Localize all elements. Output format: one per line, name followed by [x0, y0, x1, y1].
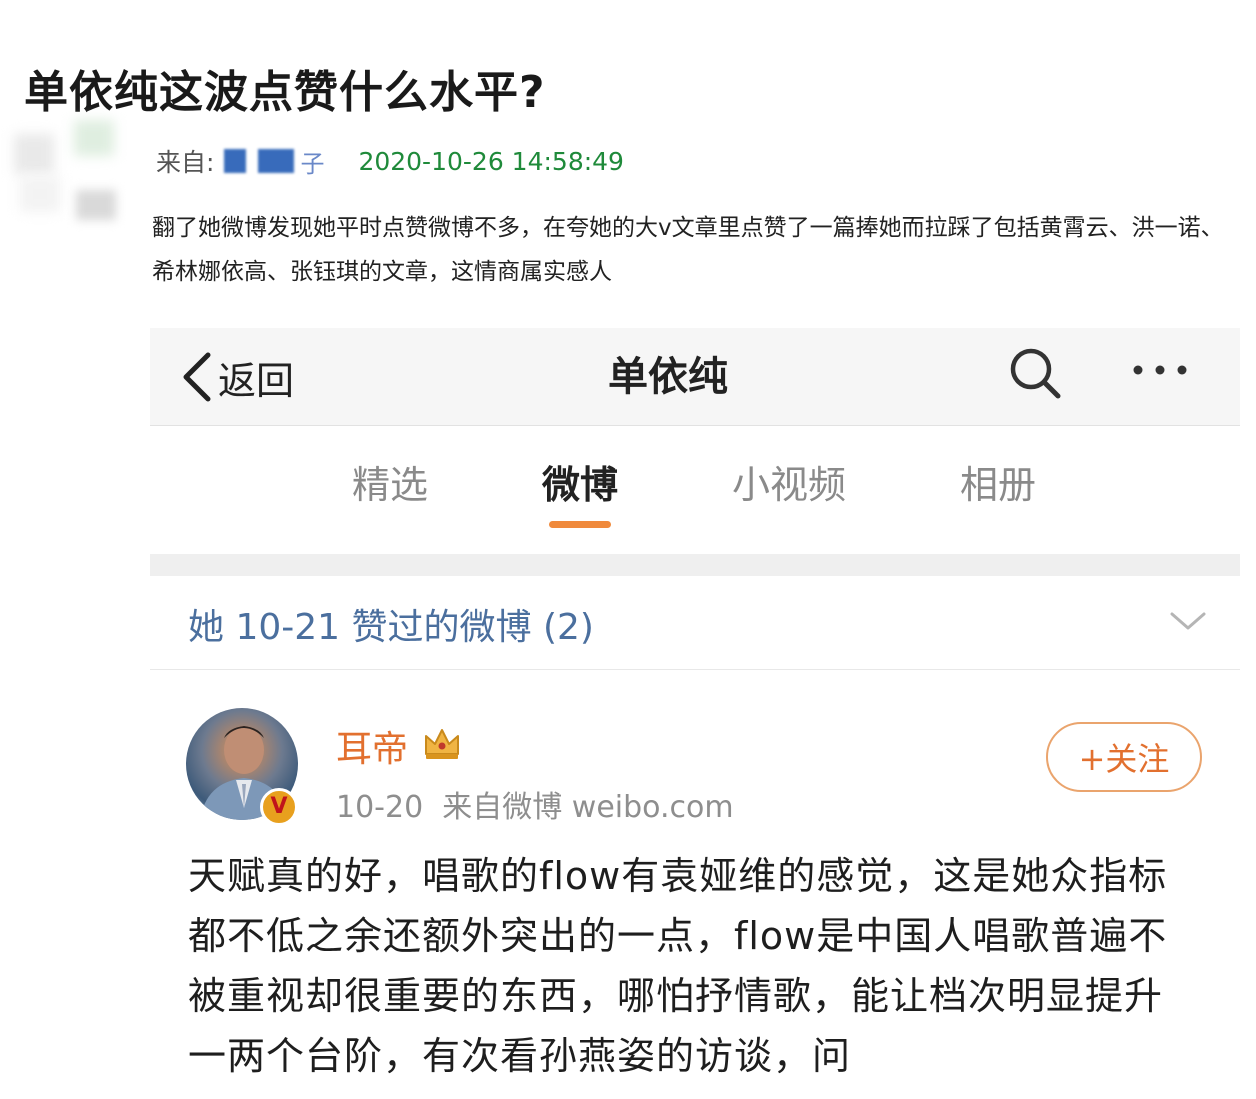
username-tail[interactable]: 子 — [300, 144, 324, 179]
tab-featured[interactable]: 精选 — [352, 454, 428, 509]
more-icon[interactable] — [1128, 352, 1192, 388]
post-body: 翻了她微博发现她平时点赞微博不多，在夸她的大v文章里点赞了一篇捧她而拉踩了包括黄… — [152, 215, 1224, 285]
page-title: 单依纯这波点赞什么水平? — [24, 67, 546, 118]
active-tab-indicator — [549, 521, 611, 528]
section-divider — [150, 554, 1240, 576]
weibo-post: V 耳帝 10-20 来自微博 weibo.com +关注 天赋真的好，唱歌的f… — [150, 670, 1240, 1099]
tab-short-video[interactable]: 小视频 — [732, 454, 846, 509]
tab-album[interactable]: 相册 — [960, 454, 1036, 509]
post-meta: 来自: 子 2020-10-26 14:58:49 — [156, 144, 624, 178]
profile-tabs: 精选 微博 小视频 相册 — [150, 426, 1240, 554]
liked-posts-header[interactable]: 她 10-21 赞过的微博 (2) — [150, 576, 1240, 670]
from-label: 来自: — [156, 148, 215, 177]
verified-badge: V — [260, 788, 298, 826]
tab-weibo[interactable]: 微博 — [542, 454, 618, 509]
post-text: 天赋真的好，唱歌的flow有袁娅维的感觉，这是她众指标都不低之余还额外突出的一点… — [188, 854, 1168, 1078]
post-author[interactable]: 耳帝 — [336, 720, 408, 772]
blurred-avatar — [14, 120, 118, 220]
redacted-username — [258, 149, 295, 173]
search-icon[interactable] — [1006, 344, 1064, 402]
liked-posts-title: 她 10-21 赞过的微博 (2) — [188, 607, 594, 648]
post-timestamp: 2020-10-26 14:58:49 — [358, 146, 624, 176]
chevron-down-icon[interactable] — [1168, 606, 1208, 636]
follow-button[interactable]: +关注 — [1046, 722, 1202, 792]
redacted-username — [224, 149, 247, 173]
post-source-meta: 10-20 来自微博 weibo.com — [336, 790, 734, 825]
crown-icon — [425, 729, 459, 759]
nav-bar: 返回 单依纯 — [150, 328, 1240, 426]
embedded-weibo-screenshot: 返回 单依纯 精选 微博 小视频 相册 她 10-21 赞过的微博 (2) V … — [150, 328, 1240, 1099]
